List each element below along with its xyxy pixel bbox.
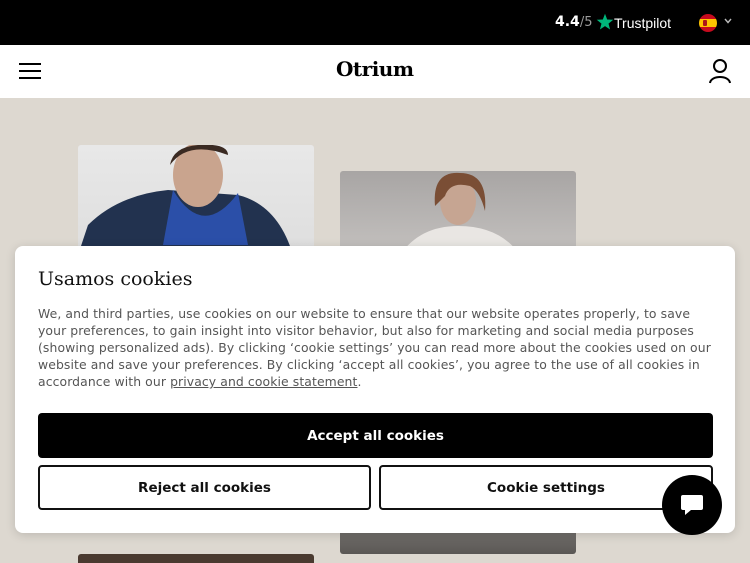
chat-button[interactable] [662, 475, 722, 535]
cookie-modal-body: We, and third parties, use cookies on ou… [38, 306, 711, 389]
accept-all-cookies-button[interactable]: Accept all cookies [38, 413, 713, 458]
privacy-statement-link[interactable]: privacy and cookie statement [170, 374, 357, 389]
top-bar: 4.4/5 Trustpilot [0, 0, 750, 45]
cookie-modal-title: Usamos cookies [38, 268, 193, 290]
trustpilot-star-icon [596, 13, 614, 30]
product-image-bottom-left[interactable] [78, 554, 314, 563]
trustpilot-label[interactable]: Trustpilot [614, 15, 671, 31]
trustpilot-rating: 4.4/5 [555, 14, 592, 30]
product-image-woman-sweater[interactable] [340, 171, 576, 255]
product-image-man-hoodie[interactable] [78, 145, 314, 255]
reject-all-cookies-button[interactable]: Reject all cookies [38, 465, 371, 510]
cookie-consent-modal: Usamos cookies We, and third parties, us… [15, 246, 735, 533]
chevron-down-icon[interactable] [723, 16, 733, 26]
user-account-icon[interactable] [708, 58, 732, 84]
rating-value: 4.4 [555, 14, 580, 30]
rating-out-of: /5 [579, 15, 593, 30]
site-header: Otrium [0, 45, 750, 98]
cookie-modal-text: We, and third parties, use cookies on ou… [38, 305, 714, 390]
hamburger-menu-icon[interactable] [19, 62, 41, 80]
cookie-modal-body-end: . [357, 374, 362, 389]
chat-bubble-icon [681, 495, 703, 515]
spain-flag-icon[interactable] [699, 14, 717, 32]
otrium-logo[interactable]: Otrium [336, 57, 426, 81]
